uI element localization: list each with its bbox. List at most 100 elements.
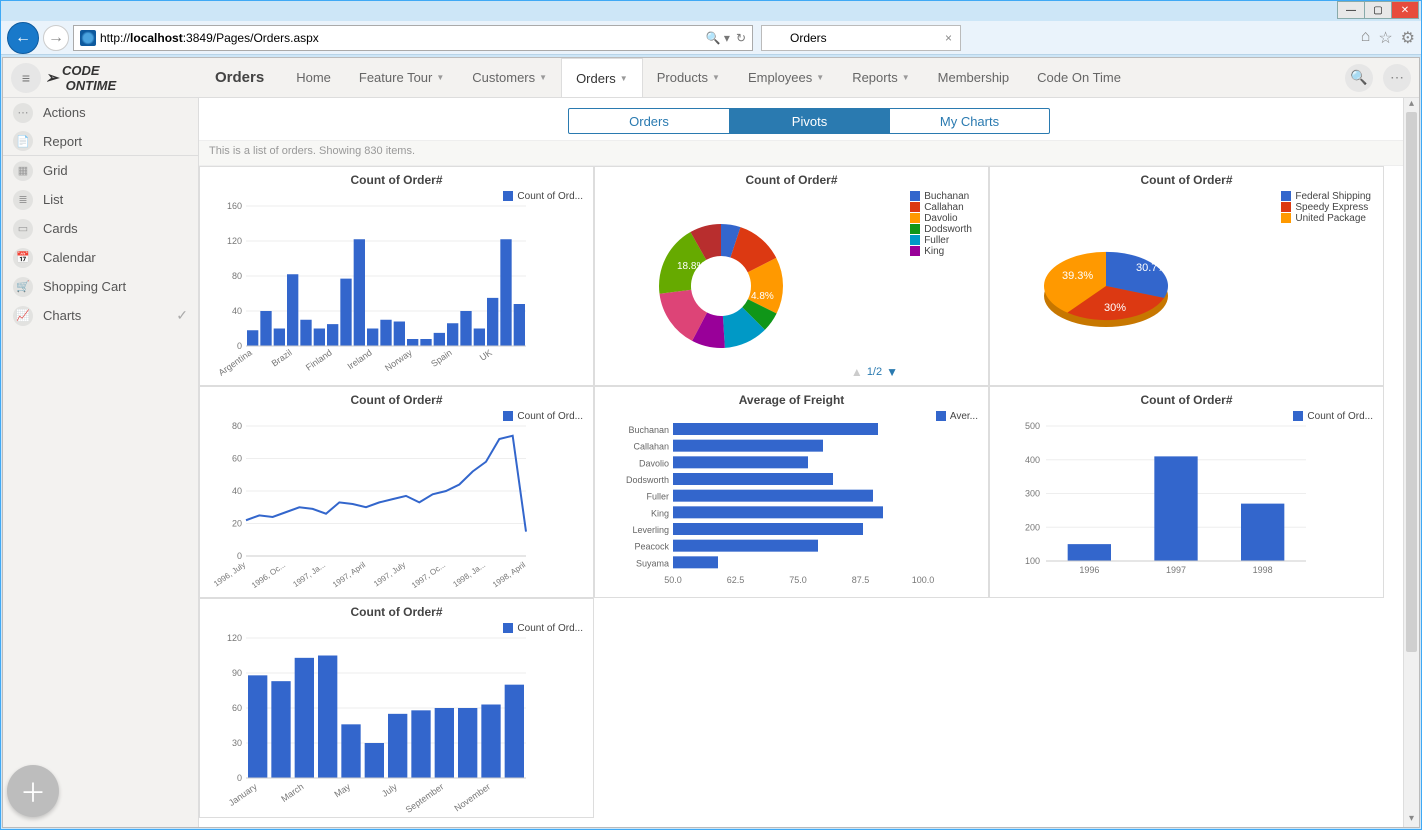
menu-orders[interactable]: Orders ▼ <box>561 58 643 97</box>
legend-pager[interactable]: ▲ 1/2 ▼ <box>851 365 898 379</box>
close-button[interactable]: ✕ <box>1391 1 1419 19</box>
address-tools: 🔍 ▾ ↻ <box>706 31 746 45</box>
chart-svg: 04080120160ArgentinaBrazilFinlandIreland… <box>206 191 536 376</box>
panel-month: Count of Order#0306090120JanuaryMarchMay… <box>199 598 594 818</box>
address-text: http://localhost:3849/Pages/Orders.aspx <box>100 31 319 45</box>
sidebar-charts[interactable]: 📈Charts✓ <box>3 301 198 330</box>
scroll-down-icon[interactable]: ▾ <box>1404 813 1419 827</box>
menu-membership[interactable]: Membership <box>924 58 1024 97</box>
menu-employees[interactable]: Employees ▼ <box>734 58 838 97</box>
chart-svg: 18.8%4.8% <box>601 191 851 381</box>
app: ≡ ➢ CODE ONTIME Orders HomeFeature Tour … <box>2 57 1420 828</box>
svg-text:400: 400 <box>1025 455 1040 465</box>
segment-my-charts[interactable]: My Charts <box>889 109 1049 133</box>
svg-text:July: July <box>380 781 399 799</box>
browser-right-icons: ⌂ ☆ ⚙ <box>1361 28 1415 48</box>
page-title: Orders <box>215 69 264 86</box>
search-button[interactable]: 🔍 <box>1345 64 1373 92</box>
forward-button[interactable]: → <box>43 25 69 51</box>
maximize-button[interactable]: ▢ <box>1364 1 1392 19</box>
tab-close-icon[interactable]: × <box>945 31 952 45</box>
svg-text:1997: 1997 <box>1166 565 1186 575</box>
svg-text:39.3%: 39.3% <box>1062 270 1093 282</box>
svg-text:March: March <box>279 781 305 804</box>
scroll-thumb[interactable] <box>1406 112 1417 652</box>
menu-home[interactable]: Home <box>282 58 345 97</box>
chart-svg: BuchananCallahanDavolioDodsworthFullerKi… <box>601 411 981 591</box>
menu-feature-tour[interactable]: Feature Tour ▼ <box>345 58 458 97</box>
svg-text:200: 200 <box>1025 522 1040 532</box>
chevron-down-icon: ▼ <box>712 73 720 82</box>
chart-svg: 30.7%30%39.3% <box>996 191 1246 381</box>
menu-reports[interactable]: Reports ▼ <box>838 58 923 97</box>
minimize-button[interactable]: — <box>1337 1 1365 19</box>
page-next-icon[interactable]: ▼ <box>886 365 898 379</box>
svg-text:30.7%: 30.7% <box>1136 262 1167 274</box>
panel-title: Count of Order# <box>206 173 587 187</box>
sidebar-label: Report <box>43 134 82 149</box>
menu-products[interactable]: Products ▼ <box>643 58 734 97</box>
page-indicator: 1/2 <box>867 366 882 378</box>
svg-text:300: 300 <box>1025 489 1040 499</box>
legend: Federal ShippingSpeedy ExpressUnited Pac… <box>1281 191 1371 224</box>
svg-text:Leverling: Leverling <box>632 525 669 535</box>
svg-text:1996: 1996 <box>1079 565 1099 575</box>
chart-svg: 100200300400500199619971998 <box>996 411 1326 591</box>
chevron-down-icon: ▼ <box>816 73 824 82</box>
refresh-icon[interactable]: ↻ <box>736 31 746 45</box>
svg-text:Finland: Finland <box>304 347 334 372</box>
content: OrdersPivotsMy Charts This is a list of … <box>199 98 1419 827</box>
svg-text:Ireland: Ireland <box>346 347 374 371</box>
check-icon: ✓ <box>176 307 188 324</box>
svg-text:Buchanan: Buchanan <box>628 425 669 435</box>
svg-text:160: 160 <box>227 201 242 211</box>
sidebar-report[interactable]: 📄Report <box>3 127 198 156</box>
sidebar-cards[interactable]: ▭Cards <box>3 214 198 243</box>
chevron-down-icon: ▼ <box>436 73 444 82</box>
svg-text:1997, April: 1997, April <box>331 560 367 589</box>
menu-toggle[interactable]: ≡ <box>11 63 41 93</box>
svg-text:60: 60 <box>232 703 242 713</box>
segment-pivots[interactable]: Pivots <box>729 109 889 133</box>
status-text: This is a list of orders. Showing 830 it… <box>199 140 1419 166</box>
sidebar-shopping-cart[interactable]: 🛒Shopping Cart <box>3 272 198 301</box>
sidebar-calendar[interactable]: 📅Calendar <box>3 243 198 272</box>
top-menu: HomeFeature Tour ▼Customers ▼Orders ▼Pro… <box>282 58 1135 97</box>
menu-customers[interactable]: Customers ▼ <box>458 58 561 97</box>
menu-code-on-time[interactable]: Code On Time <box>1023 58 1135 97</box>
page-prev-icon[interactable]: ▲ <box>851 365 863 379</box>
svg-text:Argentina: Argentina <box>217 347 254 376</box>
svg-text:1998, April: 1998, April <box>491 560 527 589</box>
sidebar-grid[interactable]: ▦Grid <box>3 156 198 185</box>
svg-text:40: 40 <box>232 486 242 496</box>
scroll-up-icon[interactable]: ▴ <box>1404 98 1419 112</box>
tools-icon[interactable]: ⚙ <box>1401 28 1415 48</box>
home-icon[interactable]: ⌂ <box>1361 28 1371 48</box>
sidebar-list[interactable]: ≣List <box>3 185 198 214</box>
svg-text:Brazil: Brazil <box>270 347 294 368</box>
svg-text:60: 60 <box>232 454 242 464</box>
scrollbar[interactable]: ▴ ▾ <box>1403 98 1419 827</box>
svg-text:Norway: Norway <box>383 347 414 373</box>
sidebar-label: Grid <box>43 163 68 178</box>
search-icon[interactable]: 🔍 ▾ <box>706 31 730 45</box>
chevron-down-icon: ▼ <box>539 73 547 82</box>
address-bar[interactable]: http://localhost:3849/Pages/Orders.aspx … <box>73 25 753 51</box>
svg-text:50.0: 50.0 <box>664 575 682 585</box>
window-frame: — ▢ ✕ ← → http://localhost:3849/Pages/Or… <box>0 0 1422 830</box>
svg-text:0: 0 <box>237 551 242 561</box>
tab-orders[interactable]: Orders × <box>761 25 961 51</box>
chart-svg: 0204060801996, July1996, Oc...1997, Ja..… <box>206 411 536 591</box>
charts-icon: 📈 <box>13 306 33 326</box>
fab-add[interactable]: ＋ <box>7 765 59 817</box>
view-segment: OrdersPivotsMy Charts <box>199 98 1419 140</box>
segment-orders[interactable]: Orders <box>569 109 729 133</box>
back-button[interactable]: ← <box>7 22 39 54</box>
cards-icon: ▭ <box>13 219 33 239</box>
svg-text:1996, July: 1996, July <box>212 560 247 588</box>
more-button[interactable]: ⋯ <box>1383 64 1411 92</box>
sidebar-actions[interactable]: ⋯Actions <box>3 98 198 127</box>
favorite-icon[interactable]: ☆ <box>1378 28 1392 48</box>
shopping-cart-icon: 🛒 <box>13 277 33 297</box>
logo: ➢ CODE ONTIME <box>45 64 135 92</box>
